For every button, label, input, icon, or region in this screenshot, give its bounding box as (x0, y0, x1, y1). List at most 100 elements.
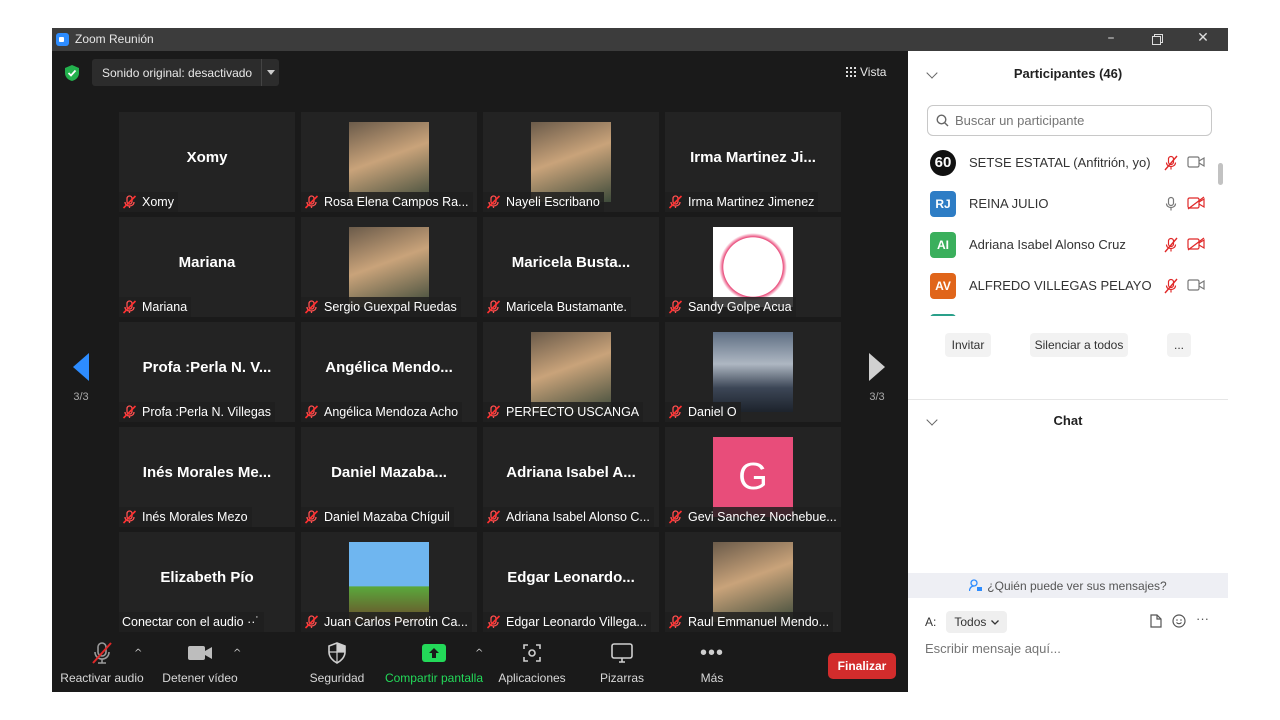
chat-header[interactable]: Chat (908, 400, 1228, 440)
end-meeting-button[interactable]: Finalizar (828, 653, 896, 679)
video-tile[interactable]: Profa :Perla N. V... Profa :Perla N. Vill… (119, 322, 295, 422)
letter-avatar: G (713, 437, 793, 517)
apps-icon (523, 644, 541, 662)
participant-display-name: Irma Martinez Ji... (690, 148, 816, 166)
original-sound-toggle[interactable]: Sonido original: desactivado (92, 59, 280, 86)
video-tile[interactable]: Sergio Guexpal Ruedas (301, 217, 477, 317)
mute-all-button[interactable]: Silenciar a todos (1030, 333, 1128, 357)
participant-name: Maricela Bustamante. (506, 300, 627, 314)
participant-row-partial[interactable] (908, 306, 1218, 316)
video-tile[interactable]: Angélica Mendo... Angélica Mendoza Acho (301, 322, 477, 422)
side-panel: Participantes (46) 60 SETSE ESTATAL (Anfi… (908, 51, 1228, 692)
video-camera-icon[interactable] (1187, 278, 1205, 292)
collapse-chevron-icon[interactable] (926, 67, 938, 79)
emoji-icon[interactable] (1172, 614, 1186, 628)
video-tile[interactable]: Rosa Elena Campos Ra... (301, 112, 477, 212)
participant-name-label: Nayeli Escribano (483, 192, 604, 212)
video-tile[interactable]: Raul Emmanuel Mendo... (665, 532, 841, 632)
muted-microphone-icon (304, 510, 319, 524)
participant-name: Sandy Golpe Acua (688, 300, 792, 314)
video-options-caret[interactable]: ^ (233, 648, 243, 659)
video-tile[interactable]: Maricela Busta... Maricela Bustamante. (483, 217, 659, 317)
more-button[interactable]: ••• Más (676, 636, 748, 692)
participant-row[interactable]: 60 SETSE ESTATAL (Anfitrión, yo) (908, 142, 1218, 183)
participant-display-name: Inés Morales Me... (142, 463, 272, 481)
video-tile[interactable]: Juan Carlos Perrotin Ca... (301, 532, 477, 632)
previous-page-button[interactable]: 3/3 (66, 353, 96, 403)
restore-button[interactable] (1134, 28, 1180, 51)
whiteboards-label: Pizarras (599, 671, 644, 685)
video-camera-off-icon[interactable] (1187, 196, 1205, 210)
muted-microphone-icon (122, 510, 137, 524)
video-tile[interactable]: Daniel O (665, 322, 841, 422)
participant-row[interactable]: RJ REINA JULIO (908, 183, 1218, 224)
microphone-icon[interactable] (1163, 196, 1179, 212)
video-tile[interactable]: Elizabeth Pío Conectar con el audio ··˙ (119, 532, 295, 632)
view-button[interactable]: Vista (846, 59, 886, 84)
participant-display-name: Edgar Leonardo... (507, 568, 635, 586)
participant-name: Daniel Mazaba Chíguil (324, 510, 450, 524)
original-sound-label: Sonido original: desactivado (102, 65, 253, 80)
arrow-right-icon (869, 353, 885, 381)
minimize-button[interactable]: – (1088, 28, 1134, 51)
stop-video-button[interactable]: Detener vídeo (156, 636, 244, 692)
video-tile[interactable]: Mariana Mariana (119, 217, 295, 317)
participant-search-input[interactable] (955, 113, 1195, 128)
video-camera-off-icon[interactable] (1187, 237, 1205, 251)
participant-name: Gevi Sanchez Nochebue... (688, 510, 837, 524)
recipient-label: A: (925, 615, 937, 629)
unmute-button[interactable]: Reactivar audio (58, 636, 146, 692)
video-area: Sonido original: desactivado Vista 3/3 3… (52, 51, 908, 636)
whiteboards-button[interactable]: Pizarras (586, 636, 658, 692)
participant-search-field[interactable] (927, 105, 1212, 136)
encryption-shield-icon[interactable] (65, 65, 79, 81)
participant-name-label: Maricela Bustamante. (483, 297, 631, 317)
participants-title: Participantes (46) (1013, 65, 1123, 81)
participant-row[interactable]: AV ALFREDO VILLEGAS PELAYO (908, 265, 1218, 306)
unmute-label: Reactivar audio (60, 671, 144, 685)
video-tile[interactable]: G Gevi Sanchez Nochebue... (665, 427, 841, 527)
security-shield-icon (328, 642, 346, 664)
video-tile[interactable]: Xomy Xomy (119, 112, 295, 212)
who-can-see-messages-link[interactable]: ¿Quién puede ver sus mensajes? (908, 573, 1228, 598)
audio-options-caret[interactable]: ^ (134, 648, 144, 659)
muted-microphone-icon (304, 195, 319, 209)
window-title: Zoom Reunión (75, 32, 154, 46)
sound-dropdown-button[interactable] (261, 59, 279, 86)
security-button[interactable]: Seguridad (299, 636, 375, 692)
participant-name: Rosa Elena Campos Ra... (324, 195, 469, 209)
file-icon[interactable] (1150, 614, 1162, 628)
video-tile[interactable]: Daniel Mazaba... Daniel Mazaba Chíguil (301, 427, 477, 527)
chat-more-icon[interactable]: ··· (1196, 611, 1209, 626)
video-camera-icon[interactable] (1187, 155, 1205, 169)
participant-name-label: Sergio Guexpal Ruedas (301, 297, 461, 317)
video-tile[interactable]: Nayeli Escribano (483, 112, 659, 212)
muted-microphone-icon[interactable] (1163, 278, 1179, 294)
chevron-down-icon (266, 70, 275, 75)
participants-scrollbar[interactable] (1218, 163, 1223, 185)
zoom-logo-icon (56, 33, 69, 46)
apps-button[interactable]: Aplicaciones (492, 636, 572, 692)
share-screen-button[interactable]: Compartir pantalla (384, 636, 484, 692)
participant-row[interactable]: AI Adriana Isabel Alonso Cruz (908, 224, 1218, 265)
chat-message-input[interactable] (925, 641, 1205, 656)
video-tile[interactable]: Adriana Isabel A... Adriana Isabel Alonso… (483, 427, 659, 527)
muted-microphone-icon (486, 405, 501, 419)
recipient-dropdown[interactable]: Todos (946, 611, 1008, 633)
invite-button[interactable]: Invitar (945, 333, 991, 357)
video-tile[interactable]: Irma Martinez Ji... Irma Martinez Jimenez (665, 112, 841, 212)
muted-microphone-icon[interactable] (1163, 155, 1179, 171)
participants-more-button[interactable]: ... (1167, 333, 1191, 357)
view-button-label: Vista (860, 64, 887, 79)
whiteboard-icon (611, 643, 633, 663)
muted-microphone-icon[interactable] (1163, 237, 1179, 253)
next-page-button[interactable]: 3/3 (862, 353, 892, 403)
share-options-caret[interactable]: ^ (475, 648, 485, 659)
video-tile[interactable]: Edgar Leonardo... Edgar Leonardo Villega.… (483, 532, 659, 632)
video-tile[interactable]: Inés Morales Me... Inés Morales Mezo (119, 427, 295, 527)
participants-header[interactable]: Participantes (46) (908, 53, 1228, 93)
video-tile[interactable]: PERFECTO USCANGA (483, 322, 659, 422)
collapse-chevron-icon[interactable] (926, 414, 938, 426)
video-tile[interactable]: Sandy Golpe Acua (665, 217, 841, 317)
close-button[interactable]: ✕ (1180, 28, 1226, 51)
